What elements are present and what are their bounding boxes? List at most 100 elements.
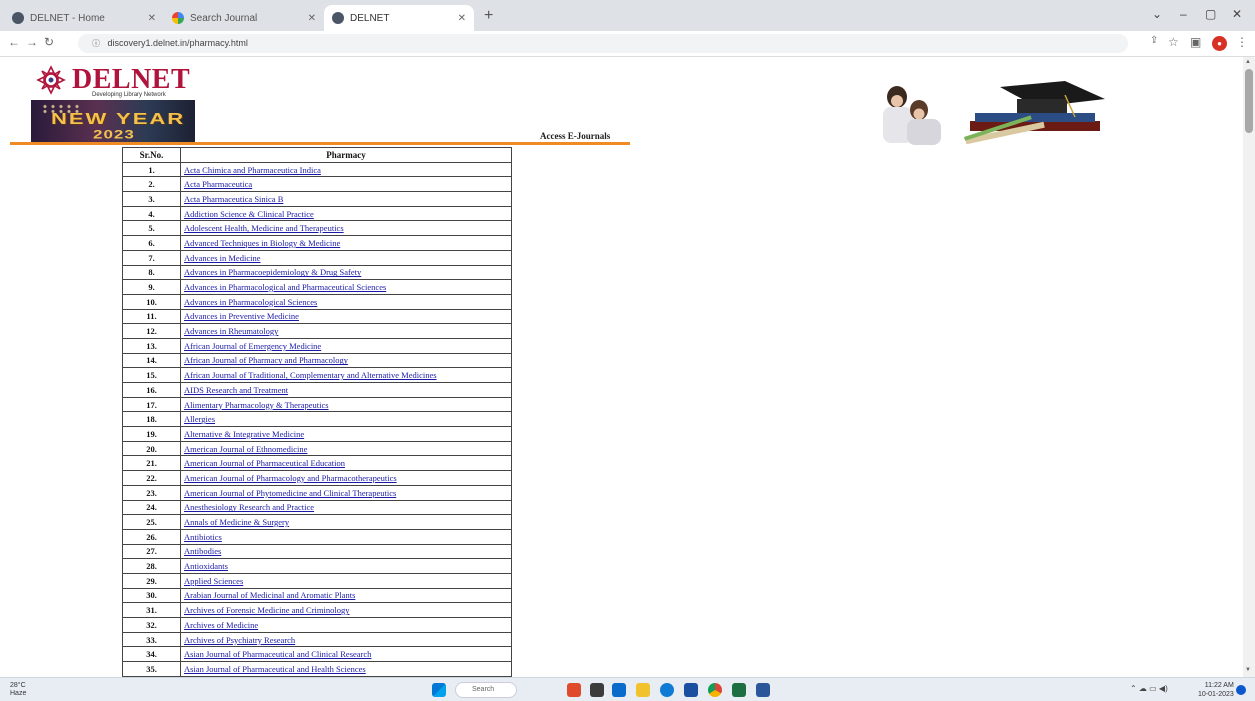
file-explorer-icon[interactable] bbox=[636, 683, 650, 697]
sidepanel-icon[interactable]: ▣ bbox=[1190, 35, 1201, 49]
browser-tab-active[interactable]: DELNET ✕ bbox=[324, 5, 474, 31]
scroll-down-icon[interactable]: ▼ bbox=[1245, 667, 1251, 673]
table-row: 4. Addiction Science & Clinical Practice bbox=[122, 205, 512, 222]
maximize-button[interactable]: ▢ bbox=[1205, 7, 1216, 21]
forward-icon[interactable]: → bbox=[26, 35, 38, 49]
excel-icon[interactable] bbox=[732, 683, 746, 697]
journal-cell: Antibiotics bbox=[180, 528, 512, 545]
chrome-icon[interactable] bbox=[708, 683, 722, 697]
store-icon[interactable] bbox=[684, 683, 698, 697]
serial-number: 34. bbox=[122, 646, 181, 663]
journal-link[interactable]: American Journal of Pharmaceutical Educa… bbox=[184, 458, 345, 468]
journal-link[interactable]: American Journal of Phytomedicine and Cl… bbox=[184, 488, 396, 498]
profile-avatar[interactable]: ● bbox=[1212, 36, 1227, 51]
system-tray[interactable]: ⌃ ☁ ▭ ◀) bbox=[1130, 684, 1168, 693]
scroll-up-icon[interactable]: ▲ bbox=[1245, 59, 1251, 65]
pharmacy-journals-table: Sr.No. Pharmacy 1. Acta Chimica and Pharm… bbox=[122, 147, 512, 677]
new-tab-button[interactable]: + bbox=[484, 7, 493, 25]
delnet-logo[interactable]: DELNET Developing Library Network bbox=[36, 65, 190, 98]
share-icon[interactable]: ⇪ bbox=[1150, 35, 1158, 46]
table-row: 26. Antibiotics bbox=[122, 528, 512, 545]
journal-link[interactable]: Archives of Medicine bbox=[184, 620, 258, 630]
journal-cell: Asian Journal of Pharmaceutical and Clin… bbox=[180, 646, 512, 663]
journal-link[interactable]: African Journal of Emergency Medicine bbox=[184, 341, 321, 351]
app-icon[interactable] bbox=[567, 683, 581, 697]
journal-link[interactable]: Advances in Medicine bbox=[184, 253, 260, 263]
journal-link[interactable]: Asian Journal of Pharmaceutical and Heal… bbox=[184, 664, 366, 674]
table-row: 34. Asian Journal of Pharmaceutical and C… bbox=[122, 646, 512, 663]
serial-number: 10. bbox=[122, 293, 181, 310]
serial-number: 5. bbox=[122, 220, 181, 237]
journal-link[interactable]: Arabian Journal of Medicinal and Aromati… bbox=[184, 590, 355, 600]
journal-link[interactable]: Asian Journal of Pharmaceutical and Clin… bbox=[184, 649, 371, 659]
address-bar[interactable]: ⓘ discovery1.delnet.in/pharmacy.html bbox=[78, 34, 1128, 53]
journal-link[interactable]: Alternative & Integrative Medicine bbox=[184, 429, 304, 439]
tab-search-icon[interactable]: ⌄ bbox=[1152, 7, 1162, 21]
web-page: DELNET Developing Library Network NEW YE… bbox=[0, 57, 1243, 677]
journal-cell: AIDS Research and Treatment bbox=[180, 382, 512, 398]
journal-cell: Alimentary Pharmacology & Therapeutics bbox=[180, 396, 512, 413]
serial-number: 15. bbox=[122, 367, 181, 383]
taskbar-search[interactable]: Search bbox=[455, 682, 517, 698]
journal-link[interactable]: Archives of Psychiatry Research bbox=[184, 635, 295, 645]
chat-icon[interactable] bbox=[612, 683, 626, 697]
journal-link[interactable]: AIDS Research and Treatment bbox=[184, 385, 288, 395]
journal-cell: Addiction Science & Clinical Practice bbox=[180, 205, 512, 222]
access-ejournals-link[interactable]: Access E-Journals bbox=[540, 131, 610, 141]
bookmark-star-icon[interactable]: ☆ bbox=[1168, 35, 1179, 49]
reload-icon[interactable]: ↻ bbox=[44, 35, 54, 49]
task-view-icon[interactable] bbox=[590, 683, 604, 697]
journal-link[interactable]: American Journal of Ethnomedicine bbox=[184, 444, 307, 454]
close-window-button[interactable]: ✕ bbox=[1232, 7, 1242, 21]
word-icon[interactable] bbox=[756, 683, 770, 697]
edge-icon[interactable] bbox=[660, 683, 674, 697]
journal-link[interactable]: Applied Sciences bbox=[184, 576, 243, 586]
serial-number: 35. bbox=[122, 661, 181, 677]
notification-icon[interactable] bbox=[1236, 685, 1246, 695]
close-tab-icon[interactable]: ✕ bbox=[148, 13, 156, 24]
journal-link[interactable]: Annals of Medicine & Surgery bbox=[184, 517, 289, 527]
close-tab-icon[interactable]: ✕ bbox=[458, 13, 466, 24]
journal-link[interactable]: African Journal of Pharmacy and Pharmaco… bbox=[184, 355, 348, 365]
journal-link[interactable]: Advances in Pharmacological and Pharmace… bbox=[184, 282, 386, 292]
url-text: discovery1.delnet.in/pharmacy.html bbox=[107, 38, 248, 48]
journal-link[interactable]: Antioxidants bbox=[184, 561, 228, 571]
journal-link[interactable]: Acta Pharmaceutica bbox=[184, 179, 252, 189]
weather-widget[interactable]: 28°C Haze bbox=[10, 682, 26, 698]
journal-link[interactable]: Advances in Rheumatology bbox=[184, 326, 278, 336]
journal-link[interactable]: African Journal of Traditional, Compleme… bbox=[184, 370, 437, 380]
browser-tab[interactable]: DELNET - Home ✕ bbox=[4, 5, 164, 31]
journal-link[interactable]: Archives of Forensic Medicine and Crimin… bbox=[184, 605, 349, 615]
page-scrollbar[interactable]: ▲ ▼ bbox=[1243, 57, 1255, 677]
journal-link[interactable]: Advances in Pharmacoepidemiology & Drug … bbox=[184, 267, 361, 277]
journal-link[interactable]: Advances in Preventive Medicine bbox=[184, 311, 299, 321]
journal-link[interactable]: Allergies bbox=[184, 414, 215, 424]
journal-link[interactable]: Acta Chimica and Pharmaceutica Indica bbox=[184, 165, 321, 175]
table-row: 3. Acta Pharmaceutica Sinica B bbox=[122, 191, 512, 207]
journal-link[interactable]: Acta Pharmaceutica Sinica B bbox=[184, 194, 283, 204]
windows-start-icon[interactable] bbox=[432, 683, 446, 697]
journal-link[interactable]: Alimentary Pharmacology & Therapeutics bbox=[184, 400, 329, 410]
minimize-button[interactable]: – bbox=[1180, 7, 1187, 21]
journal-link[interactable]: Antibodies bbox=[184, 546, 221, 556]
table-row: 20. American Journal of Ethnomedicine bbox=[122, 440, 512, 457]
journal-link[interactable]: Advances in Pharmacological Sciences bbox=[184, 297, 317, 307]
table-row: 5. Adolescent Health, Medicine and Therap… bbox=[122, 220, 512, 237]
close-tab-icon[interactable]: ✕ bbox=[308, 13, 316, 24]
journal-cell: Advances in Rheumatology bbox=[180, 323, 512, 339]
windows-taskbar: 28°C Haze Search ⌃ ☁ ▭ ◀) 11:22 AM 10-01… bbox=[0, 677, 1255, 701]
journal-link[interactable]: Anesthesiology Research and Practice bbox=[184, 502, 314, 512]
journal-link[interactable]: American Journal of Pharmacology and Pha… bbox=[184, 473, 397, 483]
journal-link[interactable]: Advanced Techniques in Biology & Medicin… bbox=[184, 238, 340, 248]
journal-link[interactable]: Addiction Science & Clinical Practice bbox=[184, 209, 314, 219]
journal-link[interactable]: Adolescent Health, Medicine and Therapeu… bbox=[184, 223, 344, 233]
journal-link[interactable]: Antibiotics bbox=[184, 532, 222, 542]
journal-cell: Antibodies bbox=[180, 543, 512, 560]
taskbar-clock[interactable]: 11:22 AM 10-01-2023 bbox=[1198, 681, 1234, 699]
back-icon[interactable]: ← bbox=[8, 35, 20, 49]
menu-icon[interactable]: ⋮ bbox=[1236, 35, 1248, 49]
info-icon[interactable]: ⓘ bbox=[92, 39, 100, 48]
scrollbar-thumb[interactable] bbox=[1245, 69, 1253, 133]
banner-line1: NEW YEAR bbox=[51, 109, 186, 128]
browser-tab[interactable]: Search Journal ✕ bbox=[164, 5, 324, 31]
